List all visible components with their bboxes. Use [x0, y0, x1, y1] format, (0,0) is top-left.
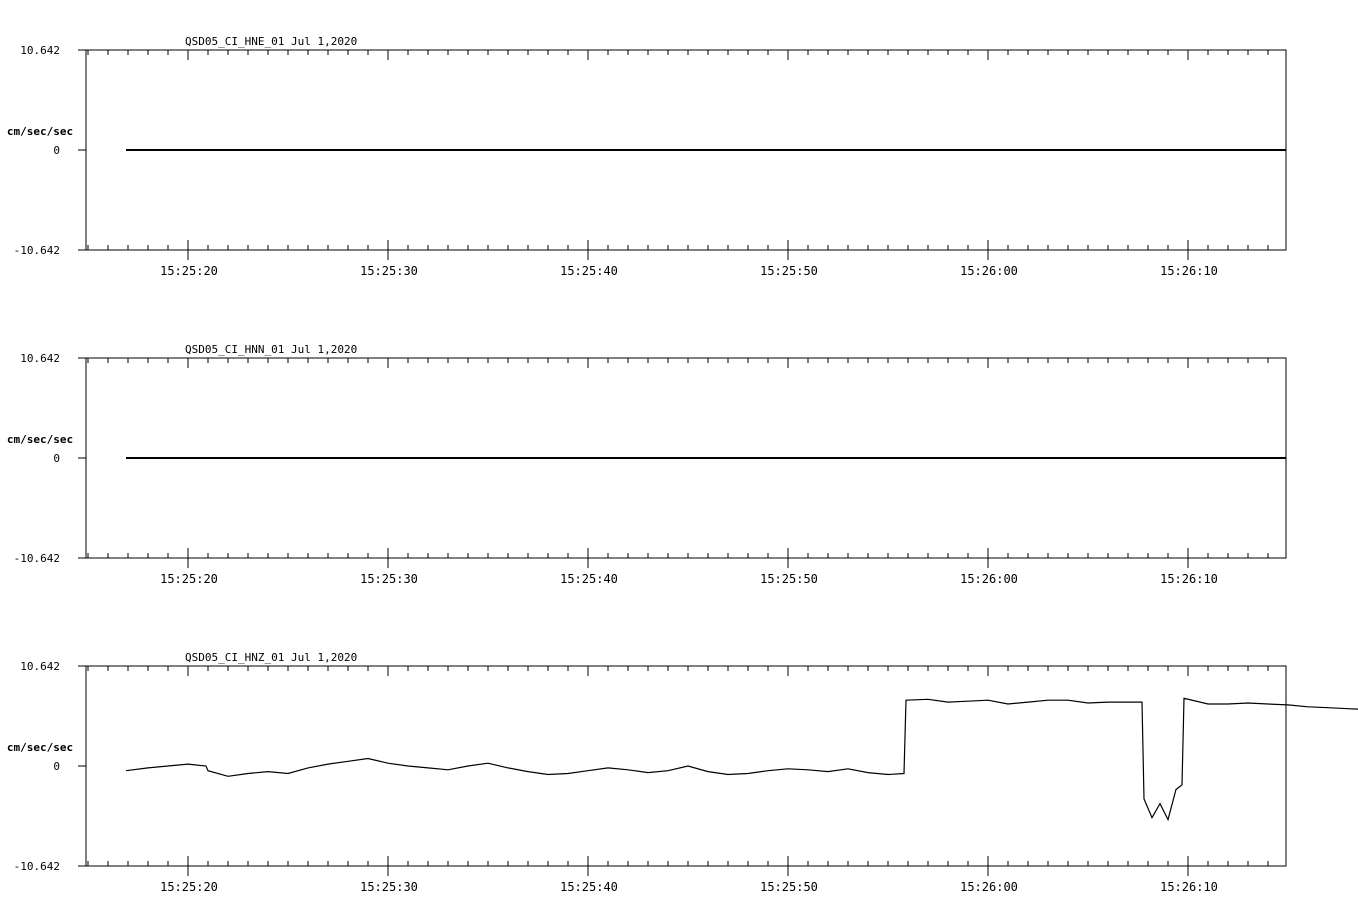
x-tick-label: 15:25:30 — [360, 572, 418, 586]
waveform-line — [125, 697, 1358, 822]
x-tick-label: 15:25:20 — [160, 880, 218, 894]
x-tick-label: 15:25:20 — [160, 572, 218, 586]
x-tick-label: 15:25:40 — [560, 264, 618, 278]
x-tick-label: 15:25:50 — [760, 572, 818, 586]
x-tick-label: 15:25:30 — [360, 880, 418, 894]
y-tick-label: -10.642 — [14, 244, 60, 257]
x-tick-label: 15:25:40 — [560, 880, 618, 894]
panel-2: QSD05_CI_HNN_01 Jul 1,2020 10.642 0 -10.642… — [7, 343, 1287, 586]
x-tick-label: 15:26:10 — [1160, 880, 1218, 894]
x-tick-label: 15:25:50 — [760, 264, 818, 278]
x-tick-label: 15:26:10 — [1160, 572, 1218, 586]
panel-3: QSD05_CI_HNZ_01 Jul 1,2020 10.642 0 -10.642… — [7, 651, 1358, 894]
y-tick-label: 10.642 — [20, 660, 60, 673]
x-tick-label: 15:25:50 — [760, 880, 818, 894]
y-tick-label: 0 — [53, 760, 60, 773]
y-axis-label: cm/sec/sec — [7, 741, 73, 754]
y-tick-label: 10.642 — [20, 44, 60, 57]
x-tick-label: 15:26:00 — [960, 264, 1018, 278]
x-tick-label: 15:26:00 — [960, 880, 1018, 894]
panel-title: QSD05_CI_HNN_01 Jul 1,2020 — [185, 343, 357, 356]
y-tick-label: 10.642 — [20, 352, 60, 365]
x-tick-label: 15:26:00 — [960, 572, 1018, 586]
panel-1: QSD05_CI_HNE_01 Jul 1,2020 10.642 0 -10.642… — [7, 35, 1287, 278]
x-tick-label: 15:25:40 — [560, 572, 618, 586]
y-tick-label: -10.642 — [14, 552, 60, 565]
x-tick-label: 15:26:10 — [1160, 264, 1218, 278]
x-tick-label: 15:25:30 — [360, 264, 418, 278]
seismogram-chart: QSD05_CI_HNE_01 Jul 1,2020 10.642 0 -10.642… — [7, 35, 1358, 894]
panel-title: QSD05_CI_HNZ_01 Jul 1,2020 — [185, 651, 357, 664]
x-tick-label: 15:25:20 — [160, 264, 218, 278]
y-axis-label: cm/sec/sec — [7, 125, 73, 138]
y-axis-label: cm/sec/sec — [7, 433, 73, 446]
y-tick-label: 0 — [53, 144, 60, 157]
y-tick-label: 0 — [53, 452, 60, 465]
y-tick-label: -10.642 — [14, 860, 60, 873]
panel-title: QSD05_CI_HNE_01 Jul 1,2020 — [185, 35, 357, 48]
